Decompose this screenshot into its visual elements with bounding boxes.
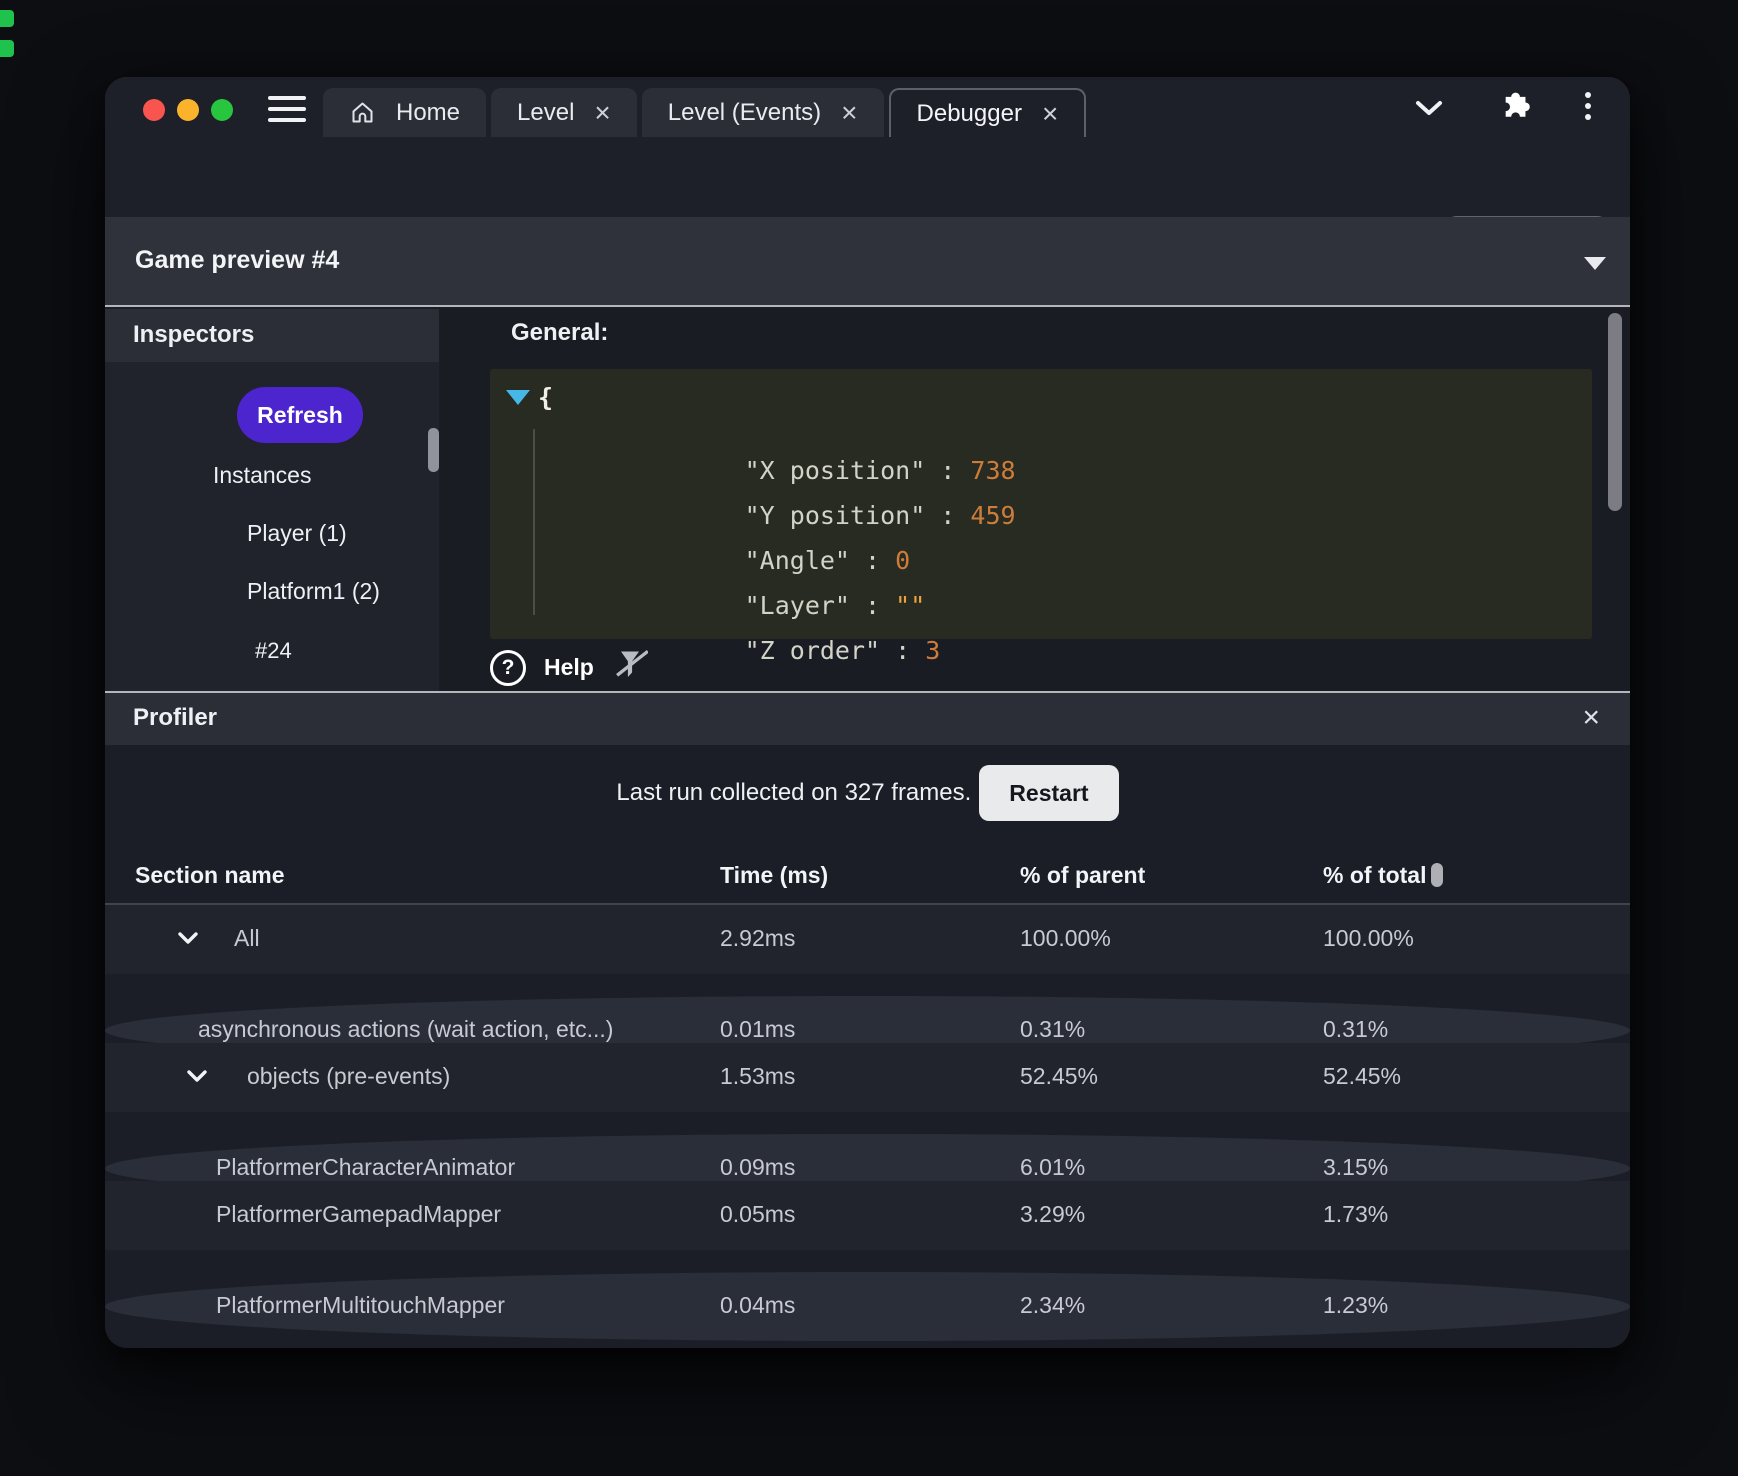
total-percent: 0.31%: [1323, 1016, 1389, 1042]
unpin-icon[interactable]: [612, 647, 649, 688]
inspectors-panel: Inspectors Refresh Instances Player (1) …: [105, 309, 439, 691]
profiler-title: Profiler: [133, 704, 218, 731]
tree-item-platform1[interactable]: Platform1 (2): [247, 578, 380, 605]
indent-guide: [533, 429, 535, 615]
table-row[interactable]: objects (pre-events) 1.53ms 52.45% 52.45…: [105, 1043, 1630, 1112]
time-value: 1.53ms: [720, 1063, 796, 1089]
total-percent: 52.45%: [1323, 1063, 1402, 1089]
parent-percent: 52.45%: [1020, 1063, 1099, 1089]
general-scrollbar-thumb[interactable]: [1608, 313, 1622, 511]
titlebar: Home Level × Level (Events) × Debugger ×: [105, 77, 1630, 137]
total-percent: 1.23%: [1323, 1292, 1389, 1318]
tab-home[interactable]: Home: [323, 88, 487, 137]
profiler-status-text: Last run collected on 327 frames.: [616, 779, 972, 806]
section-name: asynchronous actions (wait action, etc..…: [198, 1016, 614, 1042]
macos-zoom-button[interactable]: [211, 99, 233, 121]
collapse-caret-icon[interactable]: [1584, 257, 1606, 270]
home-icon: [349, 99, 376, 126]
chevron-down-icon[interactable]: [176, 925, 200, 952]
table-row[interactable]: PlatformerMultitouchMapper 0.04ms 2.34% …: [105, 1272, 1630, 1341]
parent-percent: 100.00%: [1020, 925, 1111, 951]
section-name: PlatformerCharacterAnimator: [216, 1154, 516, 1180]
section-name: PlatformerMultitouchMapper: [216, 1292, 505, 1318]
help-button[interactable]: Help: [544, 654, 594, 681]
refresh-button[interactable]: Refresh: [237, 387, 363, 443]
close-icon[interactable]: ×: [1582, 701, 1600, 735]
tree-item-instances[interactable]: Instances: [213, 462, 311, 489]
column-header-time: Time (ms): [720, 862, 829, 888]
column-header-total: % of total: [1323, 862, 1427, 888]
screenshot-root: Home Level × Level (Events) × Debugger ×: [0, 0, 1738, 1476]
tab-label: Home: [396, 98, 461, 126]
column-header-parent: % of parent: [1020, 862, 1146, 888]
desktop-artifact: [0, 10, 14, 27]
tab-label: Debugger: [916, 99, 1022, 127]
inspectors-title: Inspectors: [133, 321, 255, 348]
inspectors-list: Refresh Instances Player (1) Platform1 (…: [105, 362, 439, 691]
table-row[interactable]: PlatformerGamepadMapper 0.05ms 3.29% 1.7…: [105, 1181, 1630, 1250]
expand-triangle-icon[interactable]: [506, 390, 530, 405]
profiler-status-row: Last run collected on 327 frames. Restar…: [105, 765, 1630, 821]
parent-percent: 2.34%: [1020, 1292, 1086, 1318]
total-percent: 3.15%: [1323, 1154, 1389, 1180]
close-icon[interactable]: ×: [594, 98, 610, 127]
inspector-section: Inspectors Refresh Instances Player (1) …: [105, 309, 1630, 691]
chevron-down-icon[interactable]: [185, 1063, 209, 1090]
profiler-table: All 2.92ms 100.00% 100.00% asynchronous …: [105, 905, 1630, 1341]
time-value: 2.92ms: [720, 925, 796, 951]
section-name: All: [234, 925, 260, 951]
extensions-puzzle-icon[interactable]: [1493, 89, 1531, 132]
tab-debugger[interactable]: Debugger ×: [888, 88, 1087, 137]
inspectors-header: Inspectors: [105, 309, 439, 362]
debugger-toolbar: > Pause: [105, 137, 1630, 276]
profiler-header: Profiler ×: [105, 693, 1630, 745]
tab-level-events[interactable]: Level (Events) ×: [641, 88, 884, 137]
tab-label: Level (Events): [667, 98, 822, 126]
tab-label: Level: [517, 98, 575, 126]
open-brace: {: [538, 383, 554, 412]
section-name: PlatformerGamepadMapper: [216, 1201, 502, 1227]
chevron-down-icon[interactable]: [1413, 98, 1445, 123]
kebab-menu-icon[interactable]: [1585, 92, 1591, 120]
general-section-title: General:: [511, 319, 609, 346]
hamburger-menu-icon[interactable]: [268, 96, 306, 122]
close-icon[interactable]: ×: [1042, 99, 1058, 128]
tree-item-instance-24[interactable]: #24: [255, 638, 292, 664]
tab-bar: Home Level × Level (Events) × Debugger ×: [323, 88, 1087, 137]
gdevelop-debugger-window: Home Level × Level (Events) × Debugger ×: [105, 77, 1630, 1348]
profiler-panel: Last run collected on 327 frames. Restar…: [105, 745, 1630, 1348]
inspectors-scrollbar-thumb[interactable]: [428, 428, 439, 472]
profiler-scrollbar-thumb[interactable]: [1431, 863, 1443, 887]
tab-level[interactable]: Level ×: [491, 88, 637, 137]
column-header-section: Section name: [135, 862, 285, 888]
total-percent: 100.00%: [1323, 925, 1414, 951]
parent-percent: 0.31%: [1020, 1016, 1086, 1042]
help-icon[interactable]: ?: [490, 649, 526, 686]
macos-close-button[interactable]: [143, 99, 165, 121]
game-preview-header[interactable]: Game preview #4: [105, 217, 1630, 307]
macos-minimize-button[interactable]: [177, 99, 199, 121]
time-value: 0.05ms: [720, 1201, 796, 1227]
desktop-artifact: [0, 40, 14, 57]
restart-button[interactable]: Restart: [979, 765, 1119, 821]
game-preview-title: Game preview #4: [135, 246, 340, 274]
section-name: objects (pre-events): [247, 1063, 451, 1089]
tree-item-player[interactable]: Player (1): [247, 520, 347, 547]
time-value: 0.01ms: [720, 1016, 796, 1042]
parent-percent: 3.29%: [1020, 1201, 1086, 1227]
close-icon[interactable]: ×: [841, 98, 857, 127]
total-percent: 1.73%: [1323, 1201, 1389, 1227]
time-value: 0.09ms: [720, 1154, 796, 1180]
parent-percent: 6.01%: [1020, 1154, 1086, 1180]
instance-properties-json: { "X position" : 738 "Y position" : 459 …: [490, 369, 1592, 665]
table-row[interactable]: All 2.92ms 100.00% 100.00%: [105, 905, 1630, 974]
time-value: 0.04ms: [720, 1292, 796, 1318]
help-row: ? Help: [490, 647, 649, 688]
